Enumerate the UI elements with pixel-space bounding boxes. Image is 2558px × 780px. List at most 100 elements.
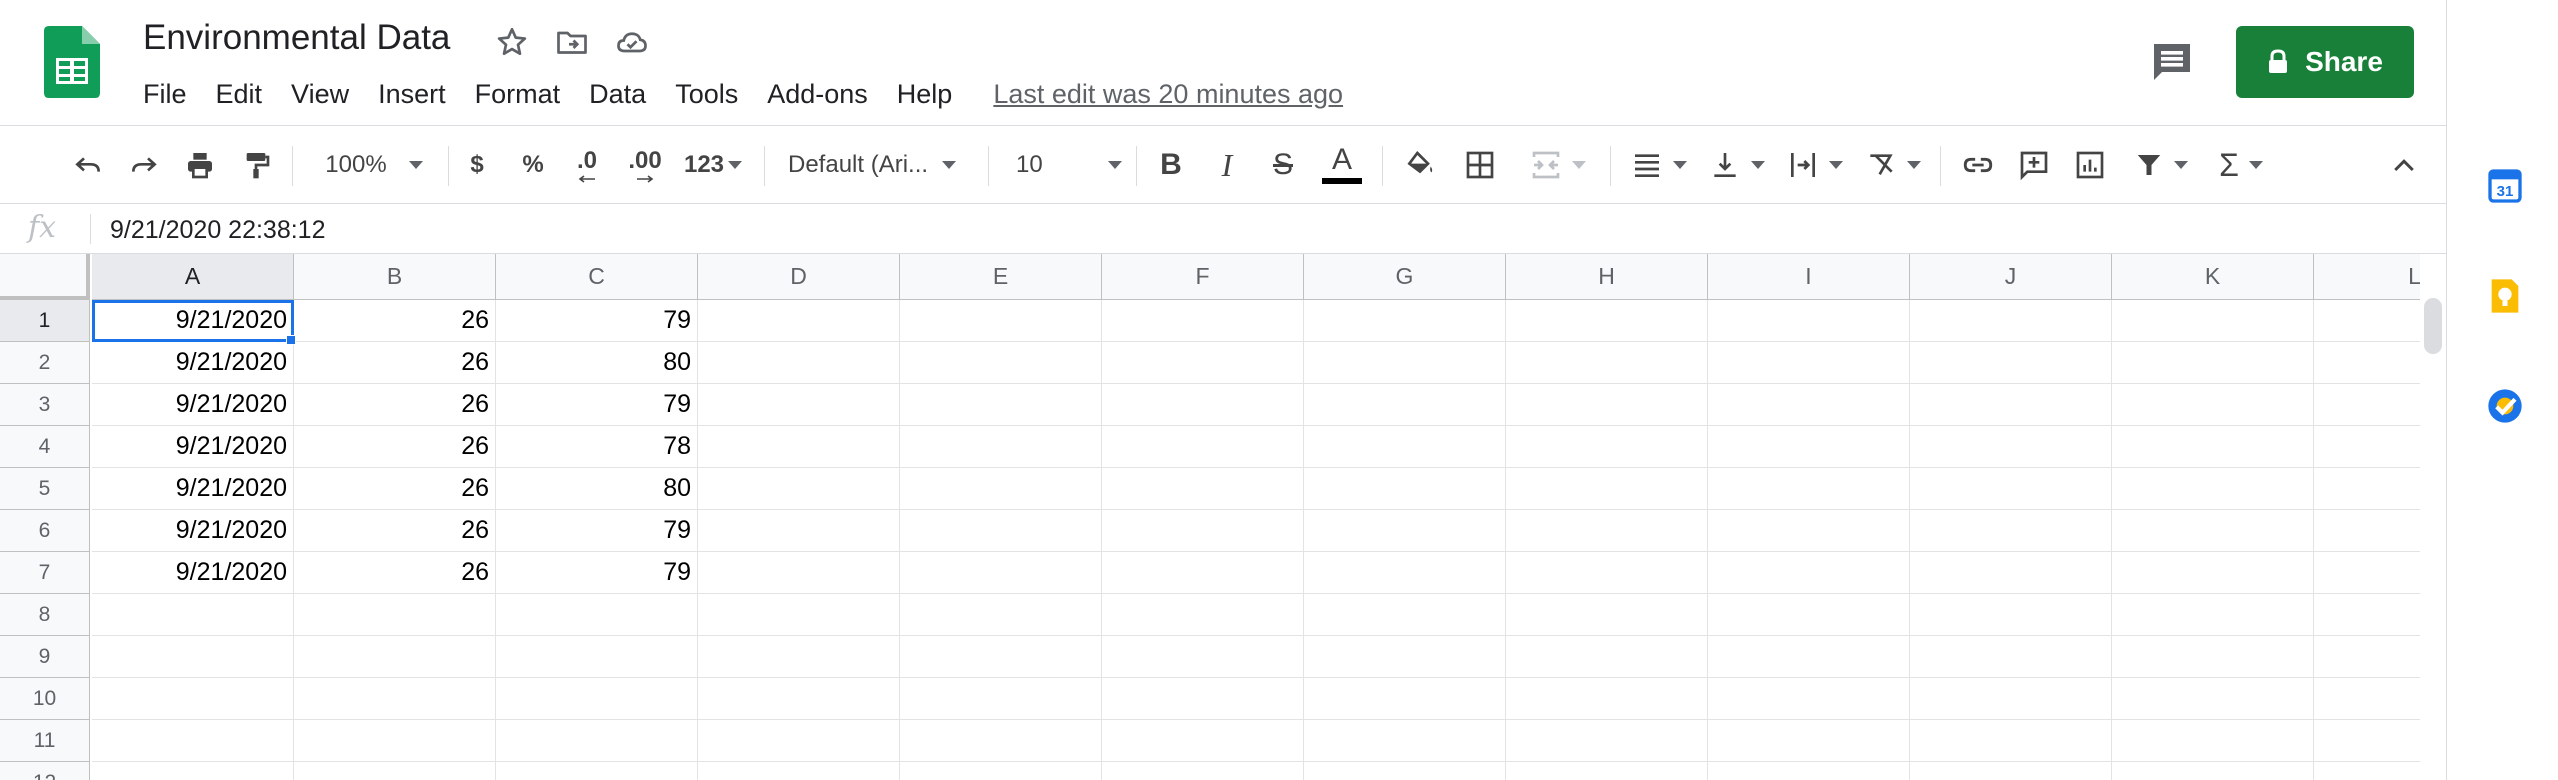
column-header-g[interactable]: G <box>1304 254 1506 300</box>
cell-l10[interactable] <box>2314 678 2420 720</box>
cell-l12[interactable] <box>2314 762 2420 780</box>
cell-j3[interactable] <box>1910 384 2112 426</box>
row-header-8[interactable]: 8 <box>0 594 90 636</box>
cell-b4[interactable]: 26 <box>294 426 496 468</box>
row-header-11[interactable]: 11 <box>0 720 90 762</box>
menu-add-ons[interactable]: Add-ons <box>767 79 868 110</box>
cell-c9[interactable] <box>496 636 698 678</box>
cell-f7[interactable] <box>1102 552 1304 594</box>
cell-i12[interactable] <box>1708 762 1910 780</box>
cell-g5[interactable] <box>1304 468 1506 510</box>
cell-j6[interactable] <box>1910 510 2112 552</box>
cell-b3[interactable]: 26 <box>294 384 496 426</box>
cell-k4[interactable] <box>2112 426 2314 468</box>
cell-c12[interactable] <box>496 762 698 780</box>
move-to-folder-icon[interactable] <box>554 24 590 60</box>
menu-data[interactable]: Data <box>589 79 646 110</box>
cell-a12[interactable] <box>92 762 294 780</box>
cell-d3[interactable] <box>698 384 900 426</box>
cell-e12[interactable] <box>900 762 1102 780</box>
cell-g4[interactable] <box>1304 426 1506 468</box>
cell-e9[interactable] <box>900 636 1102 678</box>
font-size-select[interactable]: 10 <box>1016 142 1122 188</box>
cell-k1[interactable] <box>2112 300 2314 342</box>
fill-color-icon[interactable] <box>1400 142 1440 188</box>
cell-f3[interactable] <box>1102 384 1304 426</box>
cell-a4[interactable]: 9/21/2020 <box>92 426 294 468</box>
cell-i11[interactable] <box>1708 720 1910 762</box>
functions-icon[interactable]: Σ <box>2210 142 2272 188</box>
star-icon[interactable] <box>494 24 530 60</box>
column-header-i[interactable]: I <box>1708 254 1910 300</box>
text-color-button[interactable]: A <box>1320 142 1364 188</box>
italic-button[interactable]: I <box>1210 142 1244 188</box>
cell-k11[interactable] <box>2112 720 2314 762</box>
borders-icon[interactable] <box>1460 142 1500 188</box>
menu-tools[interactable]: Tools <box>675 79 738 110</box>
insert-comment-icon[interactable] <box>2014 142 2054 188</box>
cell-h10[interactable] <box>1506 678 1708 720</box>
document-title[interactable]: Environmental Data <box>143 18 450 58</box>
cell-g9[interactable] <box>1304 636 1506 678</box>
formula-input[interactable]: 9/21/2020 22:38:12 <box>110 216 325 245</box>
cell-i5[interactable] <box>1708 468 1910 510</box>
cell-g10[interactable] <box>1304 678 1506 720</box>
cell-a7[interactable]: 9/21/2020 <box>92 552 294 594</box>
cell-b2[interactable]: 26 <box>294 342 496 384</box>
cell-k10[interactable] <box>2112 678 2314 720</box>
cell-d6[interactable] <box>698 510 900 552</box>
cell-c1[interactable]: 79 <box>496 300 698 342</box>
menu-insert[interactable]: Insert <box>378 79 446 110</box>
cell-l9[interactable] <box>2314 636 2420 678</box>
more-formats-select[interactable]: 123 <box>678 142 748 188</box>
cell-e3[interactable] <box>900 384 1102 426</box>
cell-f1[interactable] <box>1102 300 1304 342</box>
cell-d12[interactable] <box>698 762 900 780</box>
horizontal-align-icon[interactable] <box>1628 142 1690 188</box>
cell-i7[interactable] <box>1708 552 1910 594</box>
cell-k3[interactable] <box>2112 384 2314 426</box>
column-header-c[interactable]: C <box>496 254 698 300</box>
cell-g8[interactable] <box>1304 594 1506 636</box>
cell-h5[interactable] <box>1506 468 1708 510</box>
print-icon[interactable] <box>180 142 220 188</box>
cell-l1[interactable] <box>2314 300 2420 342</box>
column-header-e[interactable]: E <box>900 254 1102 300</box>
format-currency-button[interactable]: $ <box>462 142 492 188</box>
cell-j10[interactable] <box>1910 678 2112 720</box>
undo-icon[interactable] <box>68 142 108 188</box>
cell-j12[interactable] <box>1910 762 2112 780</box>
cell-e7[interactable] <box>900 552 1102 594</box>
menu-file[interactable]: File <box>143 79 187 110</box>
cloud-saved-icon[interactable] <box>614 24 650 60</box>
cell-g12[interactable] <box>1304 762 1506 780</box>
cell-h12[interactable] <box>1506 762 1708 780</box>
select-all-corner[interactable] <box>0 254 90 300</box>
cell-e2[interactable] <box>900 342 1102 384</box>
cell-j2[interactable] <box>1910 342 2112 384</box>
sheets-logo-icon[interactable] <box>44 26 100 98</box>
cell-l2[interactable] <box>2314 342 2420 384</box>
cell-i2[interactable] <box>1708 342 1910 384</box>
zoom-select[interactable]: 100% <box>318 142 430 188</box>
cell-h7[interactable] <box>1506 552 1708 594</box>
cell-l3[interactable] <box>2314 384 2420 426</box>
cell-f5[interactable] <box>1102 468 1304 510</box>
cell-d8[interactable] <box>698 594 900 636</box>
menu-help[interactable]: Help <box>897 79 953 110</box>
cell-h3[interactable] <box>1506 384 1708 426</box>
cell-c4[interactable]: 78 <box>496 426 698 468</box>
cell-f10[interactable] <box>1102 678 1304 720</box>
cell-f12[interactable] <box>1102 762 1304 780</box>
cell-j8[interactable] <box>1910 594 2112 636</box>
cell-c5[interactable]: 80 <box>496 468 698 510</box>
redo-icon[interactable] <box>124 142 164 188</box>
calendar-icon[interactable]: 31 <box>2485 166 2525 206</box>
cell-d11[interactable] <box>698 720 900 762</box>
row-header-3[interactable]: 3 <box>0 384 90 426</box>
row-header-12[interactable]: 12 <box>0 762 90 780</box>
keep-icon[interactable] <box>2485 276 2525 316</box>
cell-c3[interactable]: 79 <box>496 384 698 426</box>
cell-d9[interactable] <box>698 636 900 678</box>
cell-a8[interactable] <box>92 594 294 636</box>
